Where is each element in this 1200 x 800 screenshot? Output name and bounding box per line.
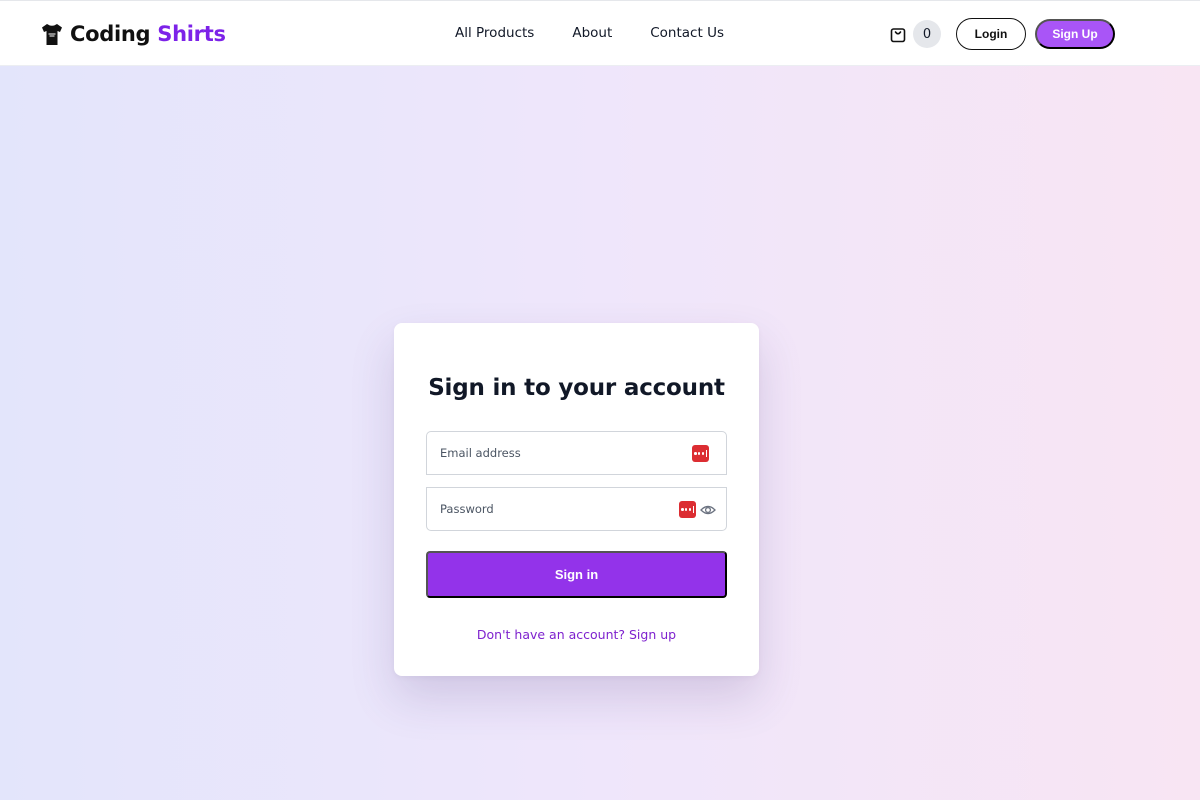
brand-name: Coding Shirts [70, 22, 226, 46]
navbar: Coding Shirts All Products About Contact… [0, 0, 1200, 66]
brand-logo[interactable]: Coding Shirts [39, 19, 226, 49]
tshirt-icon [42, 24, 62, 45]
nav-link-all-products[interactable]: All Products [455, 25, 534, 41]
nav-link-contact-us[interactable]: Contact Us [650, 25, 724, 41]
password-manager-icon[interactable] [679, 501, 696, 518]
cart-count-badge[interactable]: 0 [913, 20, 941, 48]
nav-link-about[interactable]: About [572, 25, 612, 41]
password-placeholder: Password [440, 502, 494, 516]
password-manager-glyph [694, 450, 708, 457]
shopping-bag-icon[interactable] [888, 24, 908, 44]
signin-title: Sign in to your account [428, 375, 725, 401]
eye-icon[interactable] [700, 502, 716, 518]
password-manager-glyph [681, 506, 695, 513]
signup-button[interactable]: Sign Up [1035, 19, 1115, 49]
signin-submit-button[interactable]: Sign in [426, 551, 727, 598]
email-field[interactable]: Email address [426, 431, 727, 475]
login-button[interactable]: Login [956, 18, 1026, 50]
signin-card: Sign in to your account Email address Pa… [394, 323, 759, 676]
email-placeholder: Email address [440, 446, 521, 460]
brand-name-part2: Shirts [157, 22, 226, 46]
main-nav: All Products About Contact Us [455, 25, 762, 41]
brand-name-part1: Coding [70, 22, 151, 46]
signup-link[interactable]: Don't have an account? Sign up [394, 627, 759, 642]
password-field[interactable]: Password [426, 487, 727, 531]
password-manager-icon[interactable] [692, 445, 709, 462]
